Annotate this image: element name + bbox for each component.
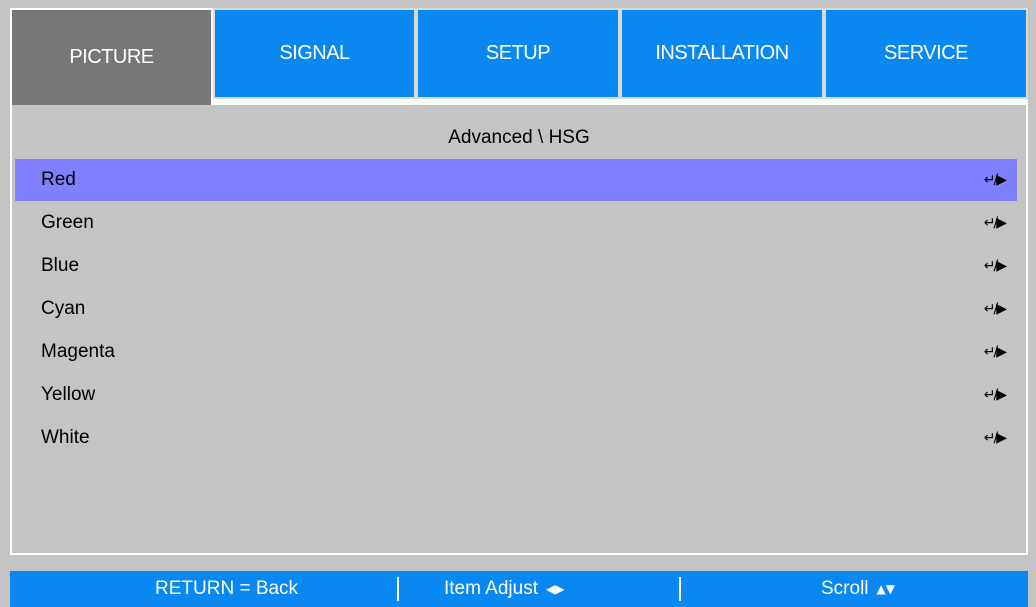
enter-or-right-icon: ↵/▶ xyxy=(983,215,1007,231)
osd-menu: PICTURE SIGNAL SETUP INSTALLATION SERVIC… xyxy=(10,8,1028,555)
hint-bar: RETURN = Back Item Adjust ◀▶ Scroll ▲▼ xyxy=(10,571,1028,607)
scroll-hint: Scroll ▲▼ xyxy=(821,578,895,599)
breadcrumb: Advanced \ HSG xyxy=(448,127,590,148)
menu-item-green[interactable]: Green ↵/▶ xyxy=(15,202,1017,244)
menu-item-white[interactable]: White ↵/▶ xyxy=(15,417,1017,459)
menu-item-label: White xyxy=(41,427,90,448)
menu-item-label: Red xyxy=(41,169,76,190)
enter-or-right-icon: ↵/▶ xyxy=(983,430,1007,446)
menu-item-red[interactable]: Red ↵/▶ xyxy=(15,159,1017,201)
menu-item-label: Yellow xyxy=(41,384,96,405)
menu-item-magenta[interactable]: Magenta ↵/▶ xyxy=(15,331,1017,373)
menu-panel: Advanced \ HSG Red ↵/▶ Green ↵/▶ Blue ↵/… xyxy=(12,105,1026,553)
menu-item-yellow[interactable]: Yellow ↵/▶ xyxy=(15,374,1017,416)
up-down-arrows-icon: ▲▼ xyxy=(876,582,895,596)
menu-item-blue[interactable]: Blue ↵/▶ xyxy=(15,245,1017,287)
tab-setup[interactable]: SETUP xyxy=(416,8,620,99)
tab-installation[interactable]: INSTALLATION xyxy=(620,8,824,99)
menu-item-label: Green xyxy=(41,212,94,233)
tab-signal[interactable]: SIGNAL xyxy=(213,8,416,99)
menu-tabs: PICTURE SIGNAL SETUP INSTALLATION SERVIC… xyxy=(10,8,1028,105)
hint-separator xyxy=(679,577,681,601)
enter-or-right-icon: ↵/▶ xyxy=(983,387,1007,403)
menu-item-label: Cyan xyxy=(41,298,86,319)
tab-service[interactable]: SERVICE xyxy=(824,8,1028,99)
hint-separator xyxy=(397,577,399,601)
menu-item-label: Blue xyxy=(41,255,80,276)
menu-item-label: Magenta xyxy=(41,341,115,362)
enter-or-right-icon: ↵/▶ xyxy=(983,172,1007,188)
left-right-arrows-icon: ◀▶ xyxy=(546,582,565,596)
return-hint: RETURN = Back xyxy=(155,578,299,599)
adjust-hint: Item Adjust ◀▶ xyxy=(444,578,565,599)
tab-picture[interactable]: PICTURE xyxy=(10,8,213,105)
enter-or-right-icon: ↵/▶ xyxy=(983,258,1007,274)
enter-or-right-icon: ↵/▶ xyxy=(983,344,1007,360)
enter-or-right-icon: ↵/▶ xyxy=(983,301,1007,317)
menu-item-cyan[interactable]: Cyan ↵/▶ xyxy=(15,288,1017,330)
